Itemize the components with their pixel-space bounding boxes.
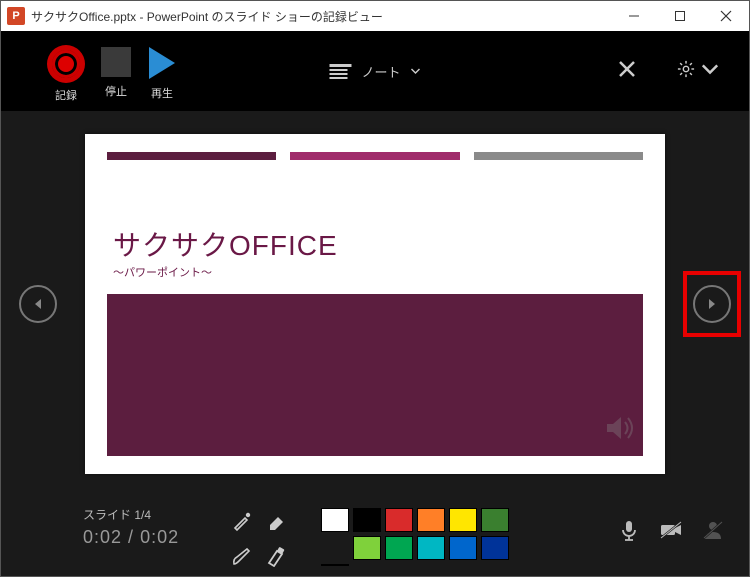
stop-icon	[101, 47, 131, 77]
next-slide-button[interactable]	[693, 285, 731, 323]
notes-icon	[329, 64, 351, 79]
microphone-icon	[617, 518, 641, 542]
eraser-tool[interactable]	[265, 510, 287, 537]
accent-bar	[107, 152, 276, 160]
replay-label: 再生	[151, 85, 173, 101]
record-label: 記録	[55, 87, 77, 103]
color-palette	[321, 508, 509, 566]
window-title: サクサクOffice.pptx - PowerPoint のスライド ショーの記…	[31, 8, 383, 25]
time-elapsed: 0:02	[83, 527, 122, 547]
color-swatch[interactable]	[481, 536, 509, 560]
previous-slide-button[interactable]	[19, 285, 57, 323]
close-button[interactable]	[703, 1, 749, 31]
minimize-button[interactable]	[611, 1, 657, 31]
triangle-right-icon	[705, 297, 719, 311]
color-swatch[interactable]	[481, 508, 509, 532]
record-button[interactable]: 記録	[49, 47, 83, 103]
play-icon	[149, 47, 175, 79]
maximize-button[interactable]	[657, 1, 703, 31]
cameo-toggle	[701, 518, 725, 547]
color-swatch[interactable]	[449, 536, 477, 560]
settings-button[interactable]	[677, 60, 719, 83]
color-swatch[interactable]	[353, 536, 381, 560]
color-swatch[interactable]	[321, 508, 349, 532]
app-window: P サクサクOffice.pptx - PowerPoint のスライド ショー…	[0, 0, 750, 577]
audio-speaker-icon	[603, 411, 637, 450]
slide-stage: サクサクOFFICE ～パワーポイント～	[1, 111, 749, 496]
time-total: 0:02	[140, 527, 179, 547]
triangle-left-icon	[31, 297, 45, 311]
camera-off-icon	[659, 518, 683, 542]
pen-tool[interactable]	[231, 545, 253, 572]
notes-label: ノート	[361, 62, 400, 81]
chevron-down-icon	[411, 66, 421, 76]
recording-toolbar: 記録 停止 再生 ノート	[1, 31, 749, 111]
accent-bar	[474, 152, 643, 160]
color-swatch[interactable]	[417, 508, 445, 532]
color-swatch[interactable]	[385, 536, 413, 560]
accent-bar	[290, 152, 459, 160]
color-swatch[interactable]	[449, 508, 477, 532]
app-badge-letter: P	[12, 10, 19, 22]
slide-subtitle: ～パワーポイント～	[113, 264, 212, 280]
time-separator: /	[122, 527, 140, 547]
slide-content-block	[107, 294, 643, 456]
slide-accent-bars	[107, 152, 643, 160]
slide-preview: サクサクOFFICE ～パワーポイント～	[85, 134, 665, 474]
highlighter-tool[interactable]	[265, 545, 287, 572]
person-off-icon	[701, 518, 725, 542]
slide-title: サクサクOFFICE	[113, 224, 338, 264]
eyedropper-tool[interactable]	[231, 510, 253, 537]
bottom-toolbar: スライド 1/4 0:02 / 0:02	[1, 496, 749, 576]
clear-recording-button[interactable]	[617, 59, 637, 84]
color-swatch[interactable]	[417, 536, 445, 560]
replay-button[interactable]: 再生	[149, 47, 175, 101]
color-swatch[interactable]	[385, 508, 413, 532]
titlebar: P サクサクOffice.pptx - PowerPoint のスライド ショー…	[1, 1, 749, 31]
powerpoint-app-icon: P	[7, 7, 25, 25]
stop-button[interactable]: 停止	[101, 47, 131, 99]
annotation-tools	[231, 510, 287, 572]
color-swatch[interactable]	[321, 564, 349, 566]
microphone-toggle[interactable]	[617, 518, 641, 547]
color-swatch[interactable]	[353, 508, 381, 532]
recording-timer: 0:02 / 0:02	[83, 527, 179, 548]
record-icon	[49, 47, 83, 81]
chevron-down-icon	[701, 60, 719, 78]
slide-counter: スライド 1/4	[83, 506, 179, 523]
stop-label: 停止	[105, 83, 127, 99]
camera-toggle[interactable]	[659, 518, 683, 547]
notes-toggle[interactable]: ノート	[329, 62, 420, 81]
